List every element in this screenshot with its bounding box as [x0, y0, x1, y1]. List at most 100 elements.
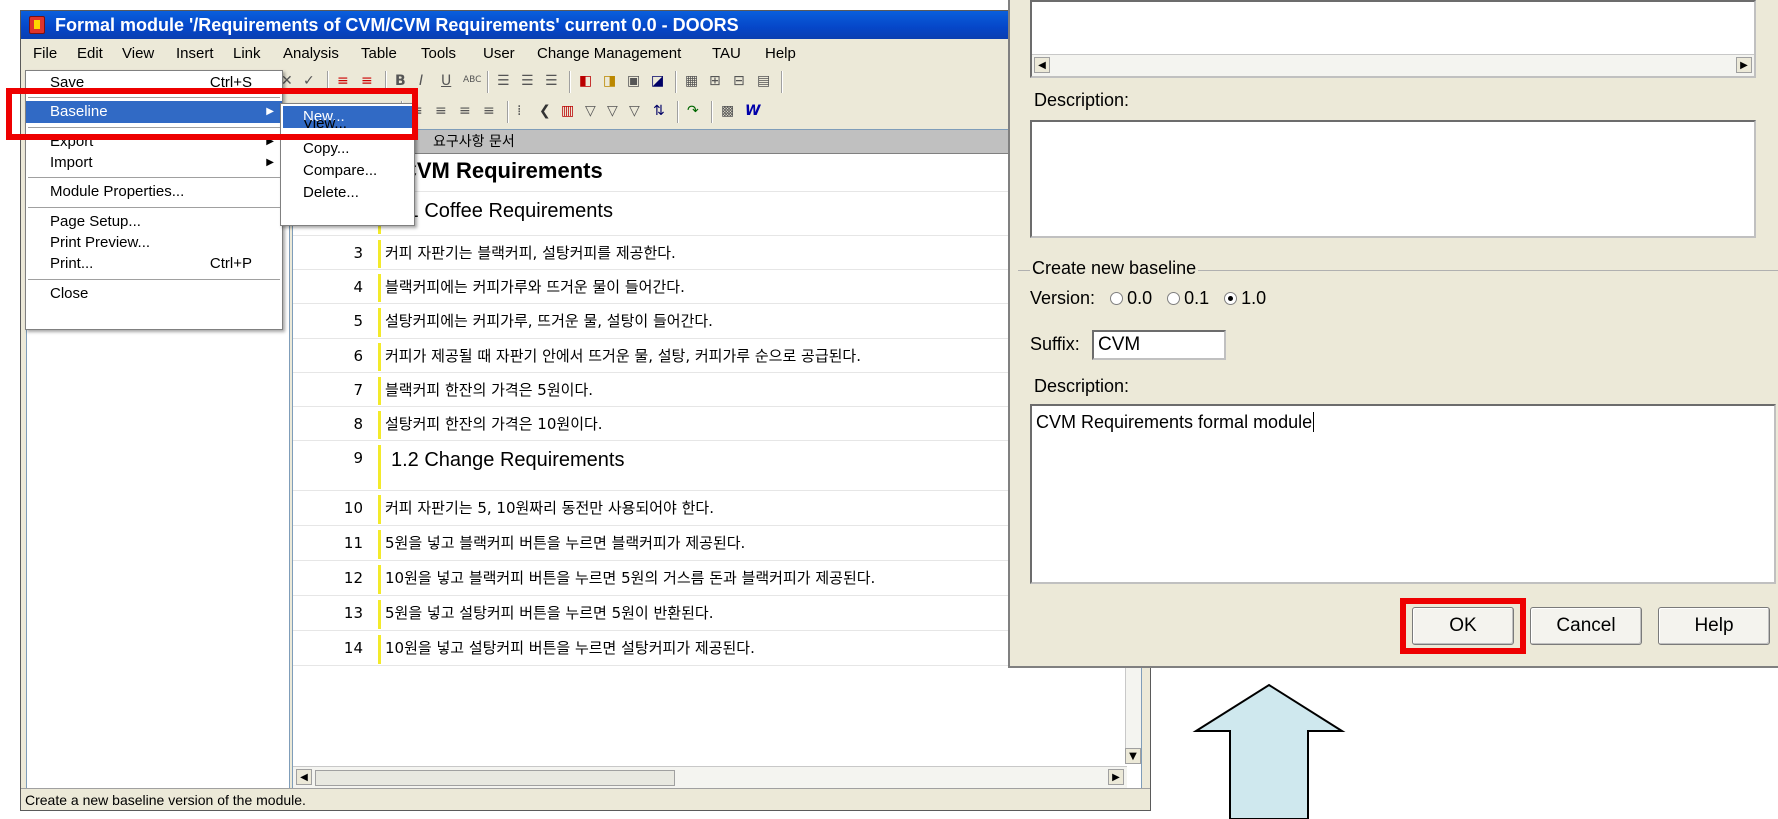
change-bar [378, 445, 381, 489]
italic-icon[interactable]: I [419, 73, 423, 89]
change-bar [378, 530, 381, 559]
version-radio-1-0[interactable] [1224, 291, 1238, 305]
link-end-icon[interactable]: ◨ [603, 73, 616, 89]
word-export-icon[interactable]: W [745, 103, 760, 119]
submenu-item-compare[interactable]: Compare... [283, 160, 412, 182]
table-column-icon[interactable]: ⊟ [733, 73, 745, 89]
status-bar: Create a new baseline version of the mod… [21, 788, 1150, 810]
menu-help[interactable]: Help [765, 45, 796, 62]
menu-item-close[interactable]: Close [26, 283, 282, 305]
new-description-label: Description: [1034, 376, 1130, 396]
menu-change-management[interactable]: Change Management [537, 45, 681, 62]
menu-tools[interactable]: Tools [421, 45, 456, 62]
row-number: 10 [343, 499, 363, 517]
graph-icon[interactable]: ❮ [539, 103, 551, 119]
underline-icon[interactable]: U [441, 73, 451, 89]
justify-icon[interactable]: ≡ [483, 103, 495, 119]
toolbar-view: ≡ ≡ ≡ ≡ ⁞ ❮ ▥ ▽ ▽ ▽ ⇅ ↷ ▩ W [401, 97, 901, 127]
menu-item-print[interactable]: Print... Ctrl+P [26, 253, 282, 275]
row-number: 13 [343, 604, 363, 622]
toolbar-separator [781, 71, 783, 93]
table-icon[interactable]: ▦ [685, 73, 698, 89]
print-icon[interactable]: ▩ [721, 103, 734, 119]
table-insert-icon[interactable]: ⊞ [709, 73, 721, 89]
sort-icon[interactable]: ⇅ [653, 103, 665, 119]
row-text: 커피 자판기는 블랙커피, 설탕커피를 제공한다. [385, 244, 676, 262]
menu-edit[interactable]: Edit [77, 45, 103, 62]
window-titlebar: Formal module '/Requirements of CVM/CVM … [21, 11, 1150, 39]
new-description-text: CVM Requirements formal module [1036, 412, 1313, 432]
table-grid-icon[interactable]: ▤ [757, 73, 770, 89]
version-option-0-0: 0.0 [1127, 288, 1153, 308]
suffix-input[interactable]: CVM [1092, 330, 1226, 360]
scroll-left-icon[interactable]: ◀ [296, 769, 312, 785]
link-start-icon[interactable]: ◧ [579, 73, 592, 89]
submenu-item-copy[interactable]: Copy... [283, 138, 412, 160]
menu-analysis[interactable]: Analysis [283, 45, 339, 62]
menu-table[interactable]: Table [361, 45, 397, 62]
menu-item-page-setup[interactable]: Page Setup... [26, 211, 282, 233]
change-bar [378, 274, 381, 302]
clear-filter-icon[interactable]: ▽ [629, 103, 640, 119]
scroll-down-icon[interactable]: ▼ [1125, 748, 1141, 764]
row-text: 설탕커피 한잔의 가격은 10원이다. [385, 415, 603, 433]
suffix-label: Suffix: [1030, 334, 1080, 354]
description-readonly-field[interactable] [1030, 120, 1756, 238]
ok-button-highlight [1400, 598, 1526, 654]
scroll-left-icon[interactable]: ◀ [1034, 57, 1050, 73]
bullets-icon[interactable]: ☰ [497, 73, 510, 89]
menu-link[interactable]: Link [233, 45, 261, 62]
version-radio-0-1[interactable] [1167, 291, 1181, 305]
menu-separator [28, 177, 280, 178]
outline-icon[interactable]: ⁞ [517, 103, 521, 119]
submenu-item-delete[interactable]: Delete... [283, 182, 412, 204]
menu-separator [28, 207, 280, 208]
menu-file[interactable]: File [33, 45, 57, 62]
menu-item-print-preview[interactable]: Print Preview... [26, 232, 282, 254]
baseline-list-box[interactable]: ◀ ▶ [1030, 0, 1756, 78]
properties-icon[interactable]: ▣ [627, 73, 640, 89]
menu-item-import[interactable]: Import ▶ [26, 152, 282, 174]
indent-icon[interactable]: ☰ [521, 73, 534, 89]
report-icon[interactable]: ▥ [561, 103, 574, 119]
strikethrough-icon[interactable]: ABC [463, 75, 481, 85]
scroll-right-icon[interactable]: ▶ [1108, 769, 1124, 785]
up-arrow-icon [1192, 683, 1346, 819]
toolbar-separator [487, 71, 489, 93]
bold-icon[interactable]: B [395, 73, 406, 89]
submenu-arrow-icon: ▶ [266, 157, 274, 168]
create-baseline-dialog: ◀ ▶ Description: Create new baseline Ver… [1008, 0, 1778, 668]
menu-tau[interactable]: TAU [712, 45, 741, 62]
horizontal-scroll-thumb[interactable] [315, 770, 675, 786]
row-text: 1.2 Change Requirements [391, 449, 625, 471]
menu-view[interactable]: View [122, 45, 154, 62]
insert-below-icon[interactable]: ≡ [361, 73, 373, 89]
align-center-icon[interactable]: ≡ [435, 103, 447, 119]
menu-item-module-properties[interactable]: Module Properties... [26, 181, 282, 203]
description-label: Description: [1034, 90, 1130, 110]
row-number: 12 [343, 569, 363, 587]
filter-icon[interactable]: ▽ [585, 103, 596, 119]
version-radio-0-0[interactable] [1110, 291, 1124, 305]
change-bar [378, 377, 381, 405]
menu-user[interactable]: User [483, 45, 515, 62]
outdent-icon[interactable]: ☰ [545, 73, 558, 89]
list-horizontal-scrollbar[interactable]: ◀ ▶ [1032, 54, 1754, 76]
row-number: 8 [353, 415, 363, 433]
cancel-button[interactable]: Cancel [1530, 607, 1642, 645]
menu-insert[interactable]: Insert [176, 45, 214, 62]
refresh-icon[interactable]: ↷ [687, 103, 699, 119]
align-right-icon[interactable]: ≡ [459, 103, 471, 119]
horizontal-scrollbar[interactable]: ◀ ▶ [293, 766, 1127, 788]
check-icon[interactable]: ✓ [303, 73, 315, 89]
insert-object-icon[interactable]: ≡ [337, 73, 349, 89]
help-button[interactable]: Help [1658, 607, 1770, 645]
scroll-right-icon[interactable]: ▶ [1736, 57, 1752, 73]
change-bar [378, 635, 381, 664]
print-shortcut: Ctrl+P [209, 255, 252, 272]
new-description-textarea[interactable]: CVM Requirements formal module [1030, 404, 1776, 584]
row-text: 10원을 넣고 블랙커피 버튼을 누르면 5원의 거스름 돈과 블랙커피가 제공… [385, 569, 876, 587]
advanced-filter-icon[interactable]: ▽ [607, 103, 618, 119]
delete-link-icon[interactable]: ◪ [651, 73, 664, 89]
row-number: 6 [353, 347, 363, 365]
